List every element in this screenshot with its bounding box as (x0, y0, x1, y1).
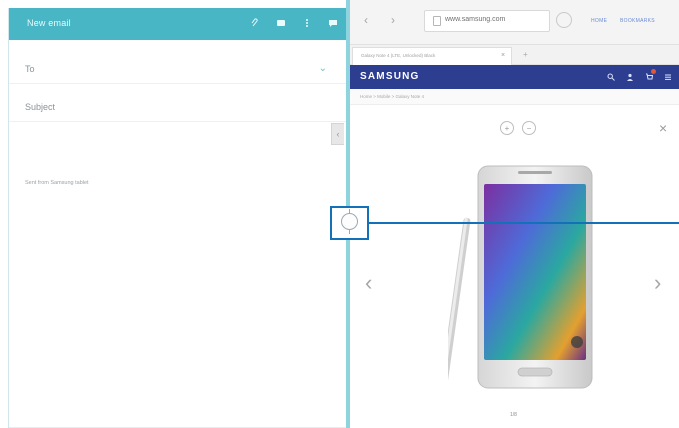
split-handle-icon[interactable] (341, 213, 358, 230)
site-logo[interactable]: SAMSUNG (360, 71, 420, 82)
to-field[interactable]: To ⌄ (9, 52, 347, 84)
browser-toolbar: ‹ › www.samsung.com HOME BOOKMARKS (350, 0, 679, 45)
bookmarks-link[interactable]: BOOKMARKS (620, 18, 655, 24)
site-header: SAMSUNG (350, 65, 679, 89)
browser-window: ‹ › www.samsung.com HOME BOOKMARKS Galax… (350, 0, 679, 428)
attach-icon[interactable] (249, 17, 261, 29)
side-panel-handle[interactable]: ‹ (331, 123, 344, 145)
home-link[interactable]: HOME (591, 18, 607, 24)
refresh-icon[interactable] (556, 12, 572, 28)
subject-label: Subject (25, 102, 56, 112)
close-icon[interactable]: × (659, 120, 667, 136)
contacts-icon[interactable] (275, 17, 287, 29)
screen: New email To ⌄ Subject Sent from Samsung… (0, 0, 679, 428)
send-icon[interactable] (327, 17, 339, 29)
email-signature: Sent from Samsung tablet (25, 180, 89, 186)
new-tab-icon[interactable]: + (523, 50, 528, 59)
gallery-next-icon[interactable]: › (654, 270, 661, 296)
email-compose-window: New email To ⌄ Subject Sent from Samsung… (8, 8, 347, 428)
breadcrumb: Home > Mobile > Galaxy Note 4 (350, 89, 679, 105)
tab-strip: Galaxy Note 4 (LTE, Unlocked) Black × + (350, 45, 679, 65)
gallery-controls: + − × (350, 118, 679, 140)
tab-title: Galaxy Note 4 (LTE, Unlocked) Black (361, 53, 436, 58)
handle-tick-bottom (349, 229, 350, 234)
email-toolbar (249, 17, 339, 29)
callout-line (369, 222, 679, 224)
forward-icon[interactable]: › (391, 13, 395, 27)
subject-field[interactable]: Subject (9, 90, 347, 122)
gallery-pager: 1/8 (510, 412, 517, 418)
chevron-left-icon: ‹ (336, 129, 340, 139)
cart-icon[interactable] (644, 69, 656, 82)
menu-icon[interactable] (663, 72, 673, 82)
site-header-icons (606, 69, 673, 82)
close-tab-icon[interactable]: × (501, 52, 505, 59)
product-image (440, 162, 598, 392)
search-icon[interactable] (606, 72, 616, 82)
gallery-prev-icon[interactable]: ‹ (365, 270, 372, 296)
account-icon[interactable] (625, 72, 635, 82)
page-icon (433, 16, 441, 26)
email-title: New email (27, 18, 71, 28)
callout-box (330, 206, 369, 240)
zoom-out-icon[interactable]: − (522, 121, 536, 135)
email-title-bar: New email (9, 8, 347, 40)
url-bar[interactable]: www.samsung.com (424, 10, 550, 32)
zoom-in-icon[interactable]: + (500, 121, 514, 135)
breadcrumb-text[interactable]: Home > Mobile > Galaxy Note 4 (360, 94, 424, 99)
phone-illustration (440, 165, 593, 389)
to-label: To (25, 64, 35, 74)
more-icon[interactable] (301, 17, 313, 29)
chevron-down-icon[interactable]: ⌄ (319, 63, 327, 74)
back-icon[interactable]: ‹ (364, 13, 368, 27)
url-text: www.samsung.com (445, 16, 506, 23)
browser-tab[interactable]: Galaxy Note 4 (LTE, Unlocked) Black × (352, 47, 512, 65)
